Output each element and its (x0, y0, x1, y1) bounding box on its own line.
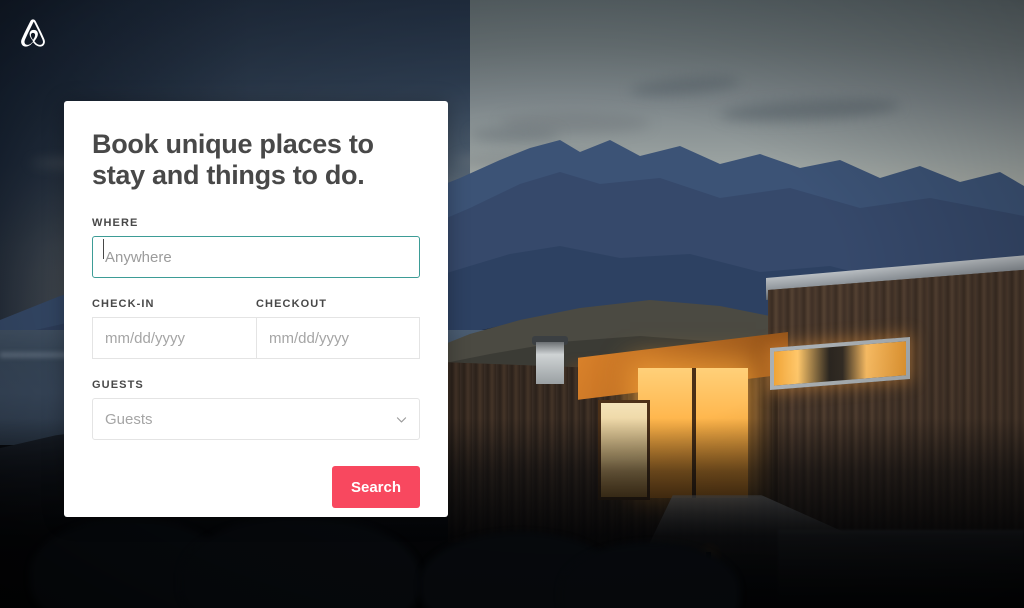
guests-select-value: Guests (105, 410, 153, 428)
checkout-label: CHECKOUT (256, 298, 328, 310)
where-label: WHERE (92, 217, 139, 229)
checkin-field-group: CHECK-IN (92, 298, 256, 359)
guests-label: GUESTS (92, 379, 144, 391)
airbnb-belo-logo[interactable] (16, 16, 50, 50)
chimney (536, 342, 564, 384)
checkin-input[interactable] (92, 317, 256, 359)
where-field-group: WHERE (92, 217, 420, 278)
guests-field-group: GUESTS Guests (92, 379, 420, 440)
dates-row: CHECK-IN CHECKOUT (92, 298, 420, 359)
search-card: Book unique places to stay and things to… (64, 101, 448, 517)
checkin-label: CHECK-IN (92, 298, 155, 310)
guests-select[interactable]: Guests (92, 398, 420, 440)
search-button[interactable]: Search (332, 466, 420, 508)
where-input[interactable] (92, 236, 420, 278)
page-root: Book unique places to stay and things to… (0, 0, 1024, 608)
checkout-field-group: CHECKOUT (256, 298, 420, 359)
button-row: Search (92, 466, 420, 508)
guests-select-wrap: Guests (92, 398, 420, 440)
text-caret (103, 239, 104, 259)
checkout-input[interactable] (256, 317, 420, 359)
card-title: Book unique places to stay and things to… (92, 129, 374, 190)
